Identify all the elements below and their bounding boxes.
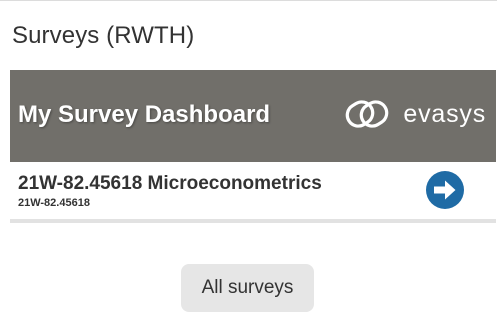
survey-dashboard: My Survey Dashboard evasys 21W-82.45618 … [10, 70, 496, 223]
top-divider [0, 0, 497, 1]
evasys-brand: evasys [345, 98, 486, 130]
survey-name: 21W-82.45618 Microeconometrics [18, 173, 322, 194]
block-title: Surveys (RWTH) [12, 22, 195, 49]
evasys-logo-icon [346, 100, 389, 128]
all-surveys-button[interactable]: All surveys [181, 264, 314, 312]
arrow-right-circle-icon[interactable] [426, 171, 464, 209]
survey-code: 21W-82.45618 [18, 197, 90, 209]
survey-block: Surveys (RWTH) My Survey Dashboard evasy… [0, 0, 497, 332]
survey-list-item[interactable]: 21W-82.45618 Microeconometrics 21W-82.45… [10, 162, 496, 223]
dashboard-header: My Survey Dashboard evasys [10, 70, 496, 162]
brand-name: evasys [403, 100, 486, 128]
dashboard-title: My Survey Dashboard [18, 101, 271, 128]
